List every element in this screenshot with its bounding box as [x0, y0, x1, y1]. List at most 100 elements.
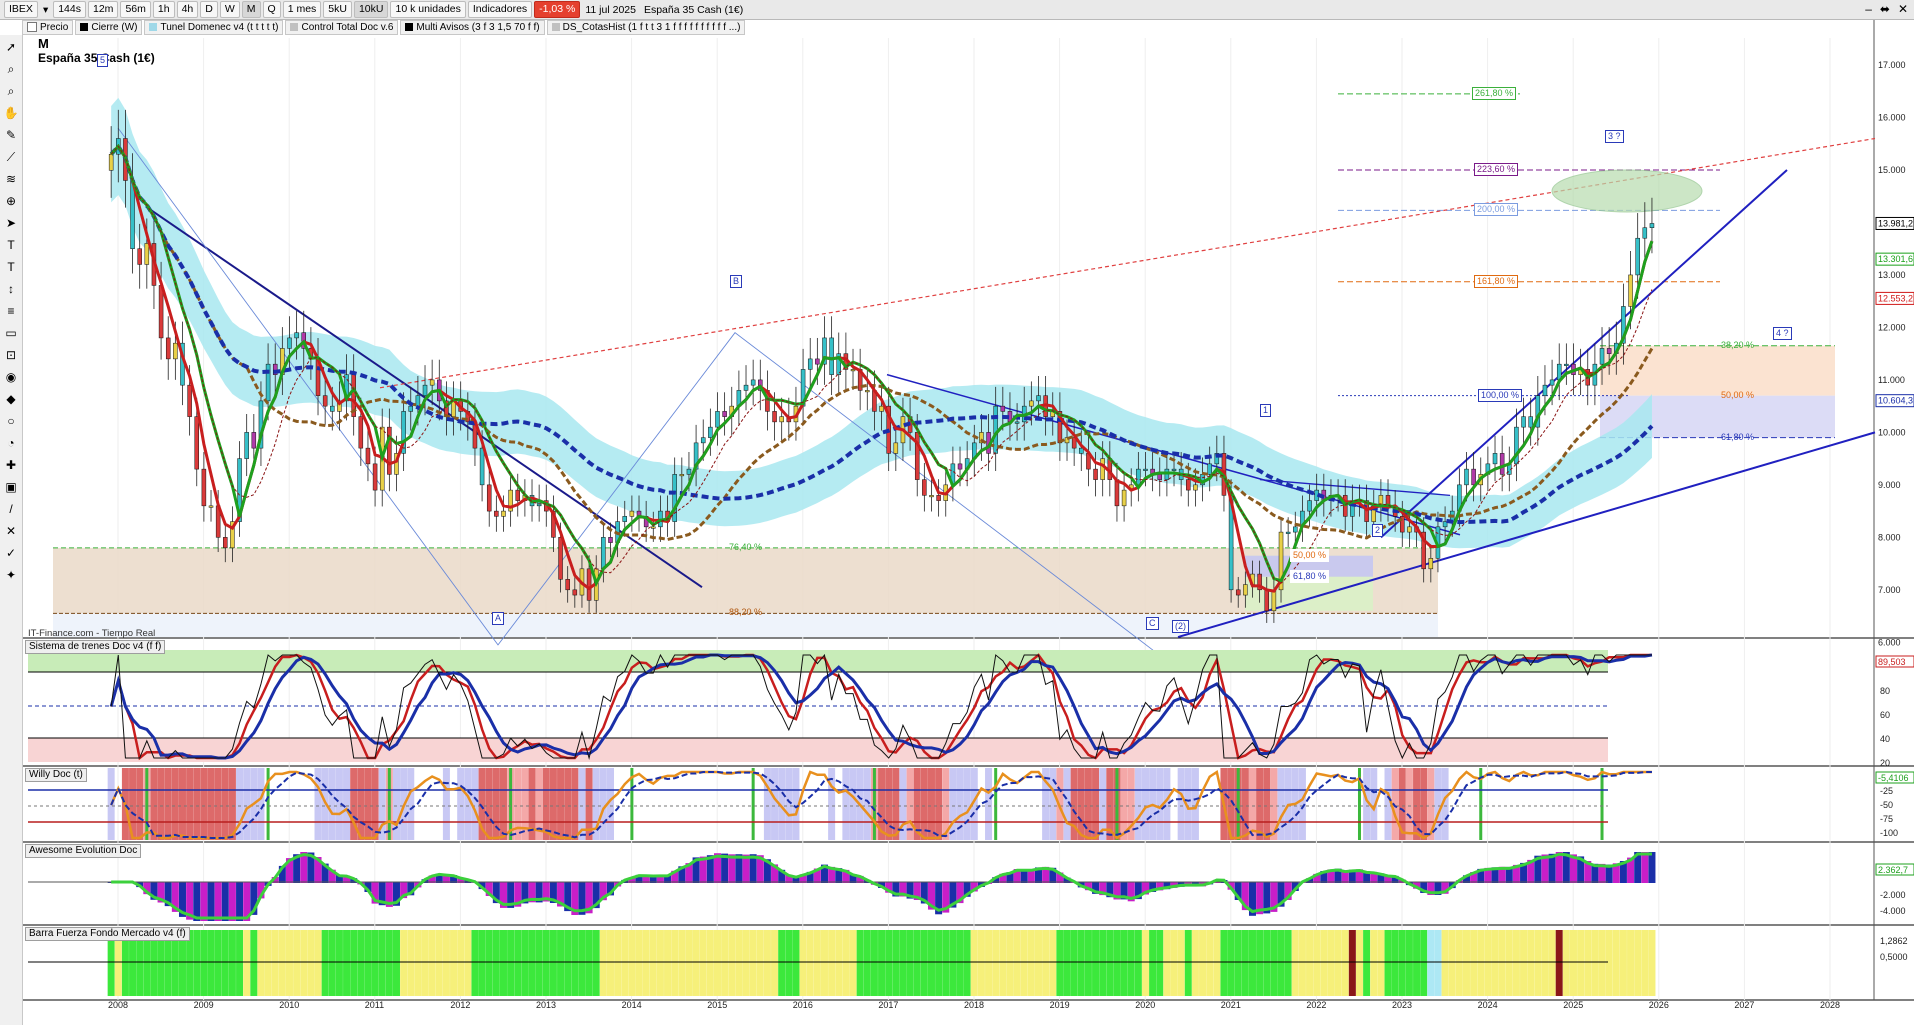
crosshair-icon[interactable]: ⊕	[3, 193, 19, 209]
tf-w[interactable]: W	[219, 1, 240, 18]
barra-bar	[1612, 930, 1620, 996]
barra-bar	[699, 930, 707, 996]
barra-bar	[1384, 930, 1392, 996]
panel-title-trenes[interactable]: Sistema de trenes Doc v4 (f f)	[25, 640, 166, 654]
barra-bar	[614, 930, 622, 996]
circle-icon[interactable]: ◉	[3, 369, 19, 385]
x-axis-label: 2010	[279, 1000, 299, 1010]
symbol-dropdown-icon[interactable]: ▾	[40, 4, 51, 16]
barra-bar	[1605, 930, 1613, 996]
tf-56m[interactable]: 56m	[120, 1, 151, 18]
plus-icon[interactable]: ✚	[3, 457, 19, 473]
chart-canvas[interactable]: 17.00016.00015.00014.00013.00012.00011.0…	[0, 0, 1914, 1030]
barra-bar	[863, 930, 871, 996]
swatch-icon	[290, 23, 299, 32]
close-icon[interactable]: ✕	[1898, 2, 1908, 16]
barra-bar	[1163, 930, 1171, 996]
delete-icon[interactable]: ✕	[3, 523, 19, 539]
candle-body	[622, 516, 628, 522]
tf-4h[interactable]: 4h	[176, 1, 199, 18]
x-axis-label: 2018	[964, 1000, 984, 1010]
line-icon[interactable]: ⟋	[3, 149, 19, 165]
period-selector[interactable]: 1 mes	[282, 1, 322, 18]
grid-icon[interactable]: ▣	[3, 479, 19, 495]
candle-body	[1036, 395, 1041, 402]
legend-item[interactable]: Multi Avisos (3 f 3 1,5 70 f f)	[400, 20, 545, 35]
tf-m[interactable]: M	[241, 1, 261, 18]
candle-body	[936, 495, 941, 501]
tf-1h[interactable]: 1h	[152, 1, 175, 18]
wave-label: A	[492, 612, 505, 625]
barra-bar	[1141, 930, 1149, 996]
barra-bar	[949, 930, 957, 996]
text-bold-icon[interactable]: T	[3, 259, 19, 275]
arrow-icon[interactable]: ➤	[3, 215, 19, 231]
willy-bar	[1084, 768, 1092, 840]
barra-bar	[300, 930, 308, 996]
swatch-icon	[80, 23, 89, 32]
unit-5k[interactable]: 5kU	[323, 1, 352, 18]
star-icon[interactable]: ✦	[3, 567, 19, 583]
candle-body	[1635, 237, 1640, 276]
candle-body	[829, 337, 834, 375]
tf-d[interactable]: D	[200, 1, 218, 18]
unit-10k[interactable]: 10kU	[353, 1, 389, 18]
barra-bar	[1313, 930, 1321, 996]
willy-bar	[1092, 768, 1100, 840]
barra-bar	[1641, 930, 1649, 996]
barra-bar	[364, 930, 372, 996]
indicator-legend: Precio Cierre (W) Tunel Domenec v4 (t t …	[22, 20, 746, 35]
minimize-icon[interactable]: –	[1865, 2, 1872, 16]
instrument-label: España 35 Cash (1€)	[643, 3, 744, 16]
zoom-in-icon[interactable]: ⌕	[3, 61, 19, 77]
vertical-icon[interactable]: ↕	[3, 281, 19, 297]
barra-bar	[499, 930, 507, 996]
symbol-selector[interactable]: IBEX	[4, 1, 38, 18]
panel-title-awesome[interactable]: Awesome Evolution Doc	[25, 844, 142, 858]
barra-bar	[692, 930, 700, 996]
awesome-bar	[236, 882, 244, 921]
rectangle-icon[interactable]: ▭	[3, 325, 19, 341]
legend-item[interactable]: Precio	[22, 20, 74, 35]
zoom-out-icon[interactable]: ⌕	[3, 83, 19, 99]
barra-bar	[1306, 930, 1314, 996]
slash-icon[interactable]: /	[3, 501, 19, 517]
date-label: 11 jul 2025	[585, 3, 636, 16]
units-selector[interactable]: 10 k unidades	[390, 1, 466, 18]
awesome-bar	[200, 882, 208, 921]
check-icon[interactable]: ✓	[3, 545, 19, 561]
tf-12m[interactable]: 12m	[88, 1, 119, 18]
measure-icon[interactable]: ⊡	[3, 347, 19, 363]
hand-icon[interactable]: ✋	[3, 105, 19, 121]
barra-bar	[507, 930, 515, 996]
barra-bar	[999, 930, 1007, 996]
legend-item[interactable]: DS_CotasHist (1 f t t 3 1 f f f f f f f …	[546, 20, 746, 35]
period-mark: M	[38, 36, 49, 51]
candle-body	[850, 369, 856, 372]
willy-bar	[842, 768, 850, 840]
willy-bar	[1248, 768, 1256, 840]
candle-body	[565, 579, 570, 591]
channel-icon[interactable]: ≡	[3, 303, 19, 319]
barra-bar	[343, 930, 351, 996]
text-icon[interactable]: T	[3, 237, 19, 253]
legend-item[interactable]: Tunel Domenec v4 (t t t t t)	[144, 20, 284, 35]
legend-item[interactable]: Control Total Doc v.6	[285, 20, 399, 35]
barra-bar	[414, 930, 422, 996]
tf-q[interactable]: Q	[262, 1, 281, 18]
pen-icon[interactable]: ✎	[3, 127, 19, 143]
willy-bar	[457, 768, 465, 840]
price-tag: 13.301,6	[1878, 254, 1913, 264]
pointer-icon[interactable]: ➚	[3, 39, 19, 55]
fib-label: 50,00 %	[1721, 389, 1755, 400]
fib-icon[interactable]: ≋	[3, 171, 19, 187]
tf-144s[interactable]: 144s	[53, 1, 86, 18]
pie-icon[interactable]: ◔	[3, 435, 19, 451]
ellipse-icon[interactable]: ○	[3, 413, 19, 429]
maximize-icon[interactable]: ⬌	[1880, 2, 1890, 16]
diamond-icon[interactable]: ◆	[3, 391, 19, 407]
legend-item[interactable]: Cierre (W)	[75, 20, 143, 35]
indicators-button[interactable]: Indicadores	[467, 1, 533, 18]
panel-title-barra[interactable]: Barra Fuerza Fondo Mercado v4 (f)	[25, 927, 190, 941]
panel-title-willy[interactable]: Willy Doc (t)	[25, 768, 87, 782]
